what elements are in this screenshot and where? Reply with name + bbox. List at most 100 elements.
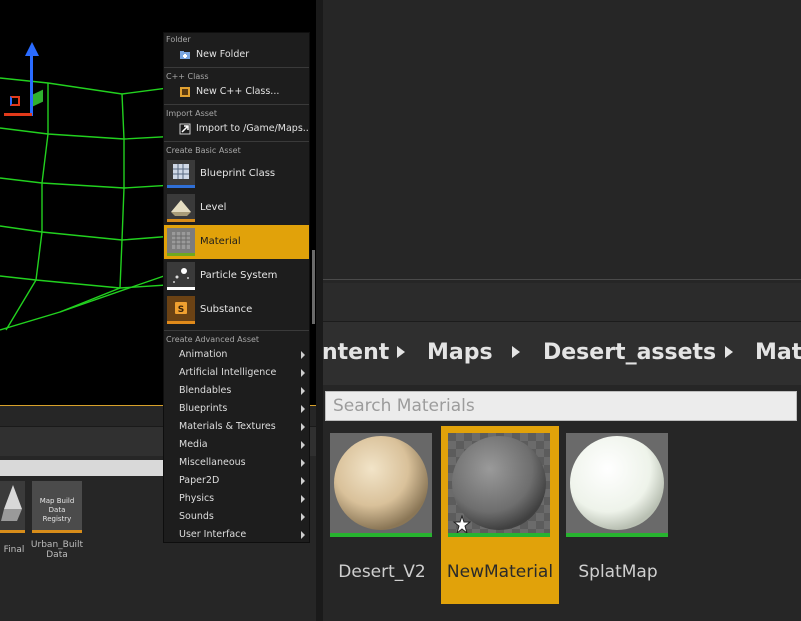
panel-splitter[interactable]	[316, 0, 323, 621]
asset-type-bar	[167, 219, 195, 222]
gizmo-x-axis[interactable]	[4, 113, 32, 116]
breadcrumb-materials[interactable]: Mat	[755, 339, 801, 367]
gizmo-z-axis[interactable]	[30, 54, 33, 116]
submenu-artificial-intelligence[interactable]: Artificial Intelligence	[164, 364, 309, 382]
menu-item-label: New Folder	[196, 49, 250, 60]
menu-item-label: New C++ Class...	[196, 86, 280, 97]
transform-gizmo[interactable]	[0, 40, 50, 120]
menu-item-label: Animation	[179, 349, 228, 360]
material-item[interactable]: Material	[164, 225, 309, 259]
submenu-media[interactable]: Media	[164, 436, 309, 454]
menu-item-label: Particle System	[200, 270, 278, 281]
submenu-arrow-icon	[301, 351, 305, 359]
substance-logo-icon: S	[175, 302, 187, 315]
content-browser-divider	[323, 279, 801, 280]
sand-sphere-preview	[330, 433, 432, 537]
asset-type-bar	[167, 321, 195, 324]
submenu-arrow-icon	[301, 405, 305, 413]
section-header-basic: Create Basic Asset	[166, 146, 241, 155]
search-materials-box[interactable]	[325, 391, 797, 421]
submenu-miscellaneous[interactable]: Miscellaneous	[164, 454, 309, 472]
cpp-class-icon	[180, 87, 190, 97]
submenu-blueprints[interactable]: Blueprints	[164, 400, 309, 418]
add-new-context-menu: Folder New Folder C++ Class New C++ Clas…	[163, 32, 310, 543]
breadcrumb-arrow-icon[interactable]	[725, 346, 733, 358]
asset-tile-desert-v2[interactable]: Desert_V2	[323, 426, 441, 604]
menu-item-label: Material	[200, 236, 241, 247]
menu-divider	[164, 141, 309, 142]
asset-type-bar	[0, 530, 25, 533]
menu-item-label: Substance	[200, 304, 253, 315]
search-input[interactable]	[326, 392, 796, 420]
level-asset-thumb[interactable]	[0, 481, 25, 533]
gizmo-x-handle[interactable]	[10, 96, 20, 106]
menu-item-label: Blueprint Class	[200, 168, 276, 179]
menu-item-label: Import to /Game/Maps...	[196, 123, 310, 134]
map-build-data-thumb[interactable]: Map Build Data Registry	[32, 481, 82, 533]
submenu-arrow-icon	[301, 477, 305, 485]
breadcrumb-desert-assets[interactable]: Desert_assets	[543, 339, 716, 367]
menu-item-label: Media	[179, 439, 208, 450]
menu-item-label: Miscellaneous	[179, 457, 246, 468]
menu-item-label: Artificial Intelligence	[179, 367, 277, 378]
menu-divider	[164, 67, 309, 68]
menu-scrollbar[interactable]	[312, 250, 315, 324]
content-browser-background	[323, 0, 801, 280]
material-type-bar	[566, 533, 668, 537]
breadcrumb: ntent Maps Desert_assets Mat	[323, 321, 801, 385]
gizmo-z-arrow[interactable]	[25, 42, 39, 56]
editor-screen: Map Build Data Registry Final Urban_Buil…	[0, 0, 801, 621]
asset-name: SplatMap	[578, 562, 658, 582]
svg-text:S: S	[178, 305, 184, 315]
content-browser-toolbar	[323, 283, 801, 321]
substance-icon: S	[167, 296, 195, 324]
submenu-arrow-icon	[301, 513, 305, 521]
submenu-user-interface[interactable]: User Interface	[164, 526, 309, 542]
submenu-sounds[interactable]: Sounds	[164, 508, 309, 526]
material-type-bar	[330, 533, 432, 537]
substance-item[interactable]: S Substance	[164, 293, 309, 327]
section-header-cpp: C++ Class	[166, 72, 209, 81]
submenu-animation[interactable]: Animation	[164, 346, 309, 364]
asset-type-bar	[167, 287, 195, 290]
menu-item-label: Physics	[179, 493, 215, 504]
menu-divider	[164, 104, 309, 105]
menu-item-label: Sounds	[179, 511, 214, 522]
material-thumbnail	[566, 433, 668, 537]
asset-type-bar	[167, 253, 195, 256]
blueprint-class-item[interactable]: Blueprint Class	[164, 157, 309, 191]
thumb-type-label: Map Build Data Registry	[39, 497, 75, 523]
import-item[interactable]: Import to /Game/Maps...	[164, 120, 309, 138]
menu-item-label: Level	[200, 202, 227, 213]
submenu-arrow-icon	[301, 441, 305, 449]
material-grid-icon	[172, 232, 190, 249]
left-search-bar[interactable]	[0, 460, 170, 476]
asset-tile-newmaterial[interactable]: NewMaterial	[441, 426, 559, 604]
breadcrumb-arrow-icon[interactable]	[512, 346, 520, 358]
breadcrumb-arrow-icon[interactable]	[397, 346, 405, 358]
particle-system-item[interactable]: Particle System	[164, 259, 309, 293]
breadcrumb-content[interactable]: ntent	[323, 339, 389, 367]
level-item[interactable]: Level	[164, 191, 309, 225]
level-map-icon	[171, 200, 191, 216]
asset-tile-splatmap[interactable]: SplatMap	[559, 426, 677, 604]
gizmo-y-axis[interactable]	[33, 89, 43, 107]
submenu-arrow-icon	[301, 369, 305, 377]
material-thumbnail	[448, 433, 550, 537]
submenu-physics[interactable]: Physics	[164, 490, 309, 508]
menu-item-label: Blueprints	[179, 403, 228, 414]
breadcrumb-maps[interactable]: Maps	[427, 339, 493, 367]
menu-item-label: User Interface	[179, 529, 247, 540]
folder-plus-icon	[180, 51, 190, 59]
submenu-materials-textures[interactable]: Materials & Textures	[164, 418, 309, 436]
material-icon	[167, 228, 195, 256]
section-header-import: Import Asset	[166, 109, 217, 118]
submenu-paper2d[interactable]: Paper2D	[164, 472, 309, 490]
submenu-blendables[interactable]: Blendables	[164, 382, 309, 400]
level-icon	[167, 194, 195, 222]
menu-item-label: Blendables	[179, 385, 232, 396]
submenu-arrow-icon	[301, 531, 305, 539]
new-cpp-class-item[interactable]: New C++ Class...	[164, 83, 309, 101]
new-folder-item[interactable]: New Folder	[164, 46, 309, 64]
import-arrow-icon	[179, 123, 191, 135]
